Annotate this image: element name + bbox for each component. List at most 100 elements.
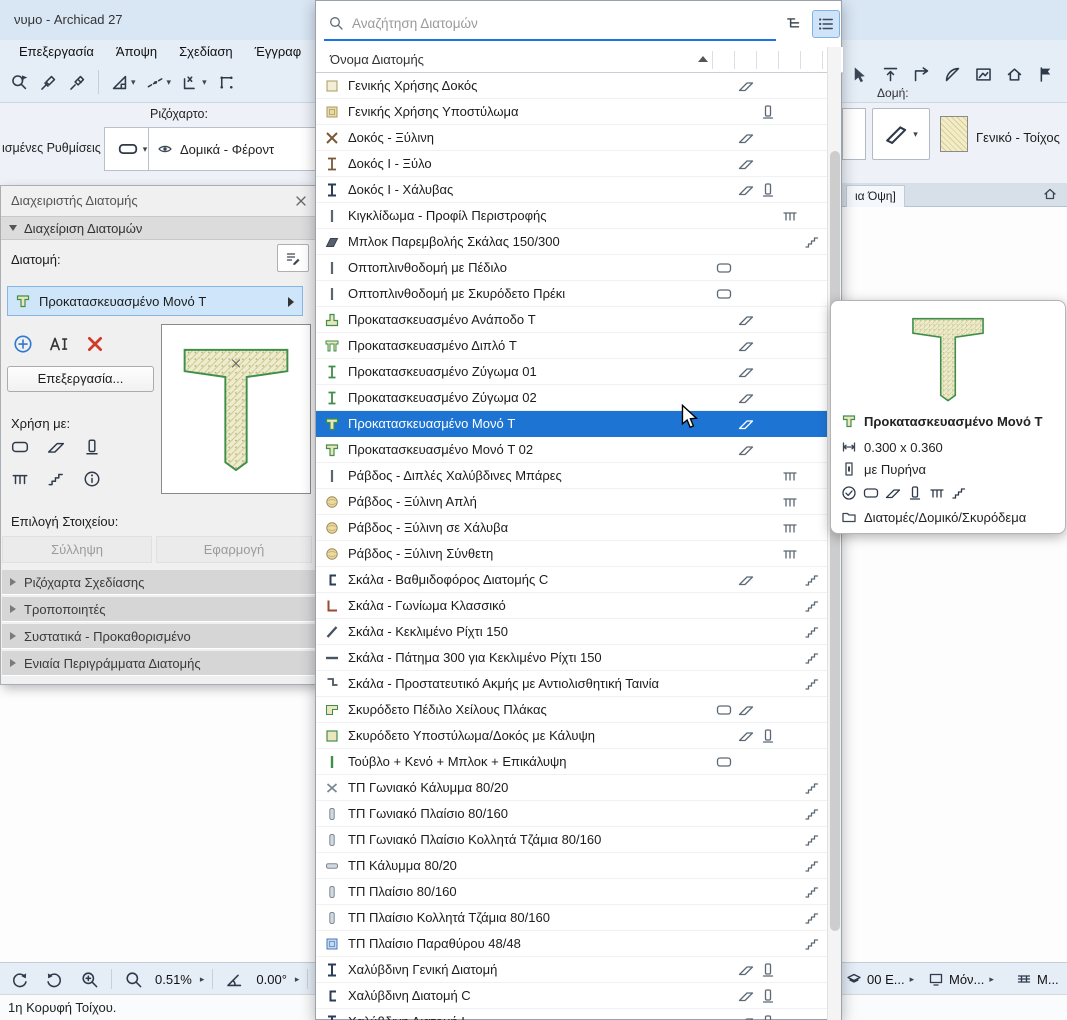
profile-row[interactable]: ΤΠ Γωνιακό Πλαίσιο 80/160 [316, 801, 829, 827]
profile-row[interactable]: Σκάλα - Κεκλιμένο Ρίχτι 150 [316, 619, 829, 645]
profile-row[interactable]: Σκάλα - Πάτημα 300 για Κεκλιμένο Ρίχτι 1… [316, 645, 829, 671]
profile-row[interactable]: Σκάλα - Γωνίωμα Κλασσικό [316, 593, 829, 619]
arc-icon[interactable] [939, 61, 966, 88]
profile-row[interactable]: Ράβδος - Ξύλινη Απλή [316, 489, 829, 515]
previous-view-icon[interactable] [6, 966, 33, 993]
profile-row[interactable]: Σκυρόδετο Πέδιλο Χείλους Πλάκας [316, 697, 829, 723]
status-layer-group[interactable]: 00 Ε... ▸ [846, 963, 914, 995]
rotation-icon[interactable] [221, 966, 248, 993]
menu-document[interactable]: Έγγραφ [244, 42, 313, 61]
profile-row-label: Δοκός - Ξύλινη [348, 130, 434, 145]
coordinates-icon[interactable]: ▾ [177, 69, 211, 96]
profile-row[interactable]: Δοκός - Ξύλινη [316, 125, 829, 151]
profile-row[interactable]: Μπλοκ Παρεμβολής Σκάλας 150/300 [316, 229, 829, 255]
apply-button[interactable]: Εφαρμογή [156, 536, 312, 563]
rename-profile-button[interactable] [47, 332, 71, 356]
status-display-group[interactable]: Μ... [1016, 963, 1059, 995]
setsquare-icon[interactable]: ▾ [106, 69, 140, 96]
profile-row[interactable]: Τούβλο + Κενό + Μπλοκ + Επικάλυψη [316, 749, 829, 775]
align-top-icon[interactable] [877, 61, 904, 88]
add-profile-button[interactable] [11, 332, 35, 356]
profile-row[interactable]: Χαλύβδινη Διατομή C [316, 983, 829, 1009]
profile-row[interactable]: ΤΠ Πλαίσιο Παραθύρου 48/48 [316, 931, 829, 957]
profile-row[interactable]: Δοκός Ι - Ξύλο [316, 151, 829, 177]
profile-row[interactable]: Προκατασκευασμένο Ανάποδο T [316, 307, 829, 333]
section-outlines[interactable]: Ενιαία Περιγράμματα Διατομής [2, 651, 317, 676]
list-view-button[interactable] [812, 10, 840, 38]
zoom-level-icon[interactable] [120, 966, 147, 993]
section-components[interactable]: Συστατικά - Προκαθορισμένο [2, 624, 317, 649]
profile-row[interactable]: Γενικής Χρήσης Δοκός [316, 73, 829, 99]
zoom-value[interactable]: 0.51% [155, 972, 192, 987]
composite-swatch[interactable] [940, 116, 968, 152]
profile-shape-icon [324, 1014, 340, 1020]
zoom-settings-icon[interactable] [6, 69, 33, 96]
home-icon[interactable] [1042, 186, 1058, 202]
profile-row[interactable]: Προκατασκευασμένο Ζύγωμα 02 [316, 385, 829, 411]
profile-row[interactable]: Ράβδος - Ξύλινη Σύνθετη [316, 541, 829, 567]
profile-row[interactable]: Κιγκλίδωμα - Προφίλ Περιστροφής [316, 203, 829, 229]
profile-row[interactable]: Ράβδος - Διπλές Χαλύβδινες Μπάρες [316, 463, 829, 489]
rotation-value[interactable]: 0.00° [256, 972, 287, 987]
caret-right-icon[interactable]: ▸ [200, 975, 205, 984]
profile-row[interactable]: Προκατασκευασμένο Μονό T 02 [316, 437, 829, 463]
core-icon [841, 461, 857, 477]
profile-row[interactable]: ΤΠ Κάλυμμα 80/20 [316, 853, 829, 879]
profile-row[interactable]: ΤΠ Γωνιακό Κάλυμμα 80/20 [316, 775, 829, 801]
fit-view-icon[interactable] [1001, 61, 1028, 88]
selected-profile-combo[interactable]: Προκατασκευασμένο Μονό T [7, 286, 303, 316]
profile-row[interactable]: ΤΠ Πλαίσιο Κολλητά Τζάμια 80/160 [316, 905, 829, 931]
profile-row[interactable]: ΤΠ Γωνιακό Πλαίσιο Κολλητά Τζάμια 80/160 [316, 827, 829, 853]
profile-row[interactable]: Προκατασκευασμένο Ζύγωμα 01 [316, 359, 829, 385]
guideline-icon[interactable]: ▾ [142, 69, 176, 96]
tree-view-button[interactable] [780, 10, 808, 38]
profile-row[interactable]: Χαλύβδινη Διατομή Ι [316, 1009, 829, 1020]
edit-profile-button[interactable]: Επεξεργασία... [7, 366, 154, 392]
wall-tool-button[interactable]: ▾ [872, 108, 930, 160]
zoom-window-icon[interactable] [76, 966, 103, 993]
profile-row[interactable]: Οπτοπλινθοδομή με Πέδιλο [316, 255, 829, 281]
caret-right-icon[interactable]: ▸ [295, 975, 300, 984]
profile-row[interactable]: Γενικής Χρήσης Υποστύλωμα [316, 99, 829, 125]
menu-edit[interactable]: Επεξεργασία [8, 42, 105, 61]
view-tab[interactable]: ια Όψη] [846, 185, 905, 207]
snap-grid-icon[interactable] [213, 69, 240, 96]
menu-design[interactable]: Σχεδίαση [168, 42, 244, 61]
profile-shape-icon [324, 676, 340, 692]
profile-row[interactable]: ΤΠ Πλαίσιο 80/160 [316, 879, 829, 905]
cursor-arrow-icon[interactable] [846, 61, 873, 88]
section-design-layers[interactable]: Ριζόχαρτα Σχεδίασης [2, 570, 317, 595]
menu-view[interactable]: Άποψη [105, 42, 168, 61]
section-modifiers[interactable]: Τροποποιητές [2, 597, 317, 622]
inject-parameters-icon[interactable] [64, 69, 91, 96]
profile-row[interactable]: Οπτοπλινθοδομή με Σκυρόδετο Πρέκι [316, 281, 829, 307]
profile-row[interactable]: Σκάλα - Προστατευτικό Ακμής με Αντιολισθ… [316, 671, 829, 697]
profile-row[interactable]: Δοκός Ι - Χάλυβας [316, 177, 829, 203]
capture-button[interactable]: Σύλληψη [2, 536, 152, 563]
profile-row[interactable]: Σκυρόδετο Υποστύλωμα/Δοκός με Κάλυψη [316, 723, 829, 749]
tool-button-partial[interactable] [842, 108, 866, 160]
profile-management-section-header[interactable]: Διαχείριση Διατομών [1, 216, 317, 240]
list-header[interactable]: Όνομα Διατομής [316, 47, 843, 73]
profile-shape-icon [324, 650, 340, 666]
profile-row[interactable]: Προκατασκευασμένο Διπλό T [316, 333, 829, 359]
image-icon[interactable] [970, 61, 997, 88]
manage-profiles-button[interactable] [277, 244, 309, 272]
status-pen-group[interactable]: Μόν... ▸ [928, 963, 994, 995]
pickup-parameters-icon[interactable] [35, 69, 62, 96]
profile-row[interactable]: Προκατασκευασμένο Μονό T [316, 411, 829, 437]
close-icon[interactable] [293, 193, 309, 209]
flag-outline-icon[interactable] [1063, 61, 1067, 88]
scrollbar-thumb[interactable] [830, 151, 840, 931]
name-column-header[interactable]: Όνομα Διατομής [330, 52, 424, 67]
flag-icon[interactable] [1032, 61, 1059, 88]
profile-row[interactable]: Ράβδος - Ξύλινη σε Χάλυβα [316, 515, 829, 541]
profile-shape-icon [324, 624, 340, 640]
search-input[interactable] [350, 15, 776, 32]
next-view-icon[interactable] [41, 966, 68, 993]
corner-marker-icon[interactable] [908, 61, 935, 88]
delete-profile-button[interactable] [83, 332, 107, 356]
profile-row[interactable]: Χαλύβδινη Γενική Διατομή [316, 957, 829, 983]
trace-reference-combo[interactable]: Δομικά - Φέροντ [148, 127, 317, 171]
profile-row[interactable]: Σκάλα - Βαθμιδοφόρος Διατομής C [316, 567, 829, 593]
